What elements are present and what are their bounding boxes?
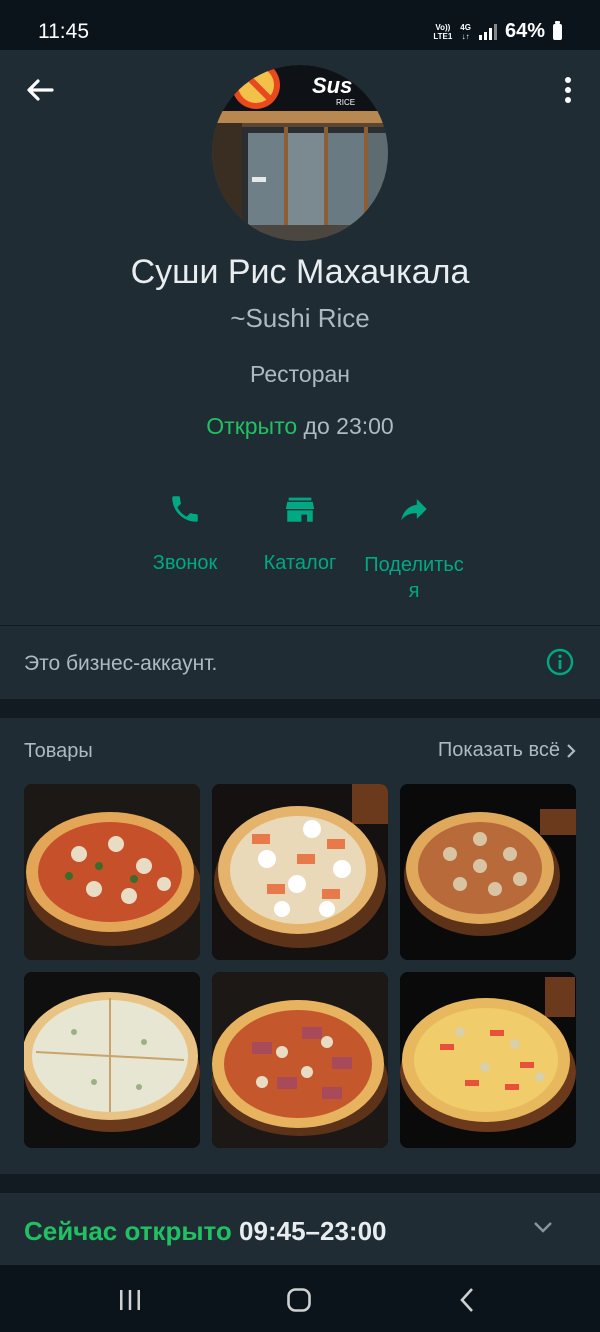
status-icons: Vo)) LTE1 4G ↓↑ 64% [433,20,562,43]
hours-range: 09:45–23:00 [239,1216,387,1246]
pizza-image [24,784,200,960]
more-options-button[interactable] [554,72,582,108]
info-icon[interactable] [546,648,574,676]
product-tile[interactable] [400,784,576,960]
call-button[interactable]: Звонок [140,488,230,575]
show-all-link[interactable]: Показать всё [438,739,576,762]
product-tile[interactable] [212,972,388,1148]
open-until: до 23:00 [303,413,394,439]
home-icon [287,1288,311,1312]
recent-apps-icon [120,1290,140,1310]
profile-header: Sus RICE Суши Рис Махачкала ~Sushi Rice … [0,50,600,625]
back-button[interactable] [22,72,58,108]
avatar-sign-sub: RICE [336,98,355,107]
battery-icon [553,20,562,40]
product-tile[interactable] [24,784,200,960]
open-label: Открыто [206,413,298,439]
share-button[interactable]: Поделитьс я [355,488,473,604]
system-nav-bar [0,1265,600,1332]
products-section: Товары Показать всё [0,718,600,1174]
catalog-button[interactable]: Каталог [254,488,346,575]
network-indicator: 4G ↓↑ [460,22,471,41]
business-hours-text: Сейчас открыто 09:45–23:00 [24,1216,387,1247]
product-tile[interactable] [400,972,576,1148]
profile-avatar[interactable]: Sus RICE [212,65,388,241]
pizza-image [24,972,200,1148]
battery-percent: 64% [504,20,545,42]
avatar-sign-text: Sus [312,73,352,98]
open-status-line: Открыто до 23:00 [0,413,600,440]
product-tile[interactable] [212,784,388,960]
storefront-photo: Sus RICE [212,65,388,241]
call-label: Звонок [152,552,218,574]
home-button[interactable] [284,1285,314,1315]
products-title: Товары [24,740,93,762]
profile-pushname: ~Sushi Rice [230,303,370,333]
chevron-left-icon [460,1288,473,1312]
volte-indicator: Vo)) LTE1 [433,22,453,41]
chevron-right-icon [567,743,576,758]
dot-icon [565,87,571,93]
dot-icon [565,97,571,103]
status-bar: 11:45 Vo)) LTE1 4G ↓↑ 64% [0,0,600,50]
product-tile[interactable] [24,972,200,1148]
pizza-image [212,972,388,1148]
product-grid [24,784,576,1148]
arrow-left-icon [27,79,54,101]
pizza-image [212,784,388,960]
storefront-icon [285,497,315,522]
dot-icon [565,77,571,83]
business-hours-row[interactable]: Сейчас открыто 09:45–23:00 [0,1193,600,1265]
signal-icon [478,23,497,40]
status-time: 11:45 [38,20,89,43]
pizza-image [400,972,576,1148]
open-now-label: Сейчас открыто [24,1216,232,1246]
phone-icon [172,496,198,522]
chevron-down-icon[interactable] [532,1219,554,1235]
business-account-text: Это бизнес-аккаунт. [24,652,218,675]
business-category: Ресторан [250,361,350,387]
catalog-label: Каталог [263,552,337,574]
pizza-image [400,784,576,960]
recent-apps-button[interactable] [115,1285,145,1315]
profile-name: Суши Рис Махачкала [130,253,470,291]
system-back-button[interactable] [452,1285,482,1315]
share-label: Поделитьс я [364,554,464,602]
business-account-row[interactable]: Это бизнес-аккаунт. [0,626,600,699]
share-arrow-icon [401,499,427,521]
